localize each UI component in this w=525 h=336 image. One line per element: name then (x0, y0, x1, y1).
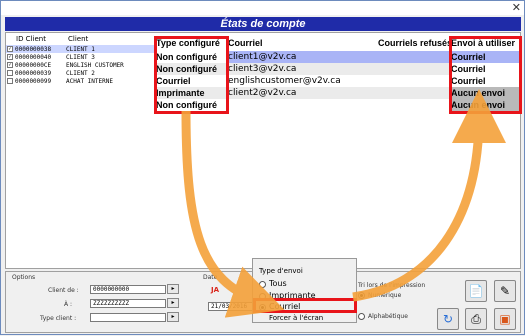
accounts-statement-window: ✕ États de compte ID Client Client ✓ 0000… (0, 0, 525, 335)
report-icon[interactable]: 📄 (465, 280, 487, 302)
date-label: Date (203, 274, 218, 281)
client-row-id: 0000000039 (15, 70, 52, 77)
page-title: États de compte (5, 17, 521, 31)
client-list-header: ID Client Client (6, 33, 154, 45)
sort-alpha-radio[interactable] (358, 313, 365, 320)
send-type-title: Type d'envoi (259, 267, 303, 275)
options-group-label: Options (12, 274, 36, 281)
client-row[interactable]: 0000000039 CLIENT 2 (6, 69, 154, 77)
grid-email-cell[interactable] (226, 99, 449, 111)
sort-title: Tri lors de l'impression (358, 282, 426, 289)
client-row-checkbox[interactable]: ✓ (7, 46, 13, 52)
client-row-name: CLIENT 3 (66, 54, 95, 61)
sort-alpha-label: Alphabétique (368, 313, 408, 320)
email-option-highlight (253, 298, 357, 313)
date-month-hint: JA (211, 286, 220, 294)
client-row-name: CLIENT 2 (66, 70, 95, 77)
client-row-checkbox[interactable]: ✓ (7, 62, 13, 68)
column-header-client-id[interactable]: ID Client (16, 35, 46, 43)
client-row-id: 00000000CE (15, 62, 52, 69)
client-row-name: CLIENT 1 (66, 46, 95, 53)
send-type-popup: Type d'envoi Tous Imprimante Courriel Fo… (252, 258, 357, 323)
title-bar: ✕ (1, 1, 524, 15)
sort-numeric-radio[interactable] (358, 292, 365, 299)
client-row-name: ENGLISH CUSTOMER (66, 62, 124, 69)
grid-email-cell[interactable]: client1@v2v.ca (226, 51, 449, 63)
client-row[interactable]: 0000000099 ACHAT INTERNE (6, 77, 154, 85)
grid-email-cell[interactable]: client2@v2v.ca (226, 87, 449, 99)
exit-icon[interactable]: ▣ (494, 308, 516, 330)
print-icon[interactable]: ⎙ (465, 308, 487, 330)
type-column-highlight (154, 36, 229, 114)
client-to-lookup-button[interactable]: ▸ (167, 298, 179, 308)
client-row[interactable]: ✓ 0000000038 CLIENT 1 (6, 45, 154, 53)
force-screen-label[interactable]: Forcer à l'écran (269, 314, 323, 322)
client-row-checkbox[interactable]: ✓ (7, 54, 13, 60)
send-column-highlight (449, 36, 522, 114)
client-row[interactable]: ✓ 0000000040 CLIENT 3 (6, 53, 154, 61)
client-to-label: À : (64, 301, 73, 308)
client-row-name: ACHAT INTERNE (66, 78, 113, 85)
column-header-client[interactable]: Client (68, 35, 88, 43)
column-header-refused[interactable]: Courriels refusés (376, 38, 452, 50)
client-row-id: 0000000099 (15, 78, 52, 85)
column-header-email[interactable]: Courriel (226, 38, 376, 50)
grid-email-cell[interactable]: client3@v2v.ca (226, 63, 449, 75)
client-type-lookup-button[interactable]: ▸ (167, 312, 179, 322)
client-from-label: Client de : (48, 287, 79, 294)
client-type-label: Type client : (40, 315, 77, 322)
client-list-panel: ID Client Client ✓ 0000000038 CLIENT 1 ✓ 000… (5, 32, 522, 269)
edit-icon[interactable]: ✎ (494, 280, 516, 302)
client-from-field[interactable]: 0000000000 (90, 285, 166, 294)
close-icon[interactable]: ✕ (512, 1, 521, 14)
sort-numeric-label: Numérique (368, 292, 402, 299)
client-row-checkbox[interactable] (7, 78, 13, 84)
client-row-id: 0000000040 (15, 54, 52, 61)
client-to-field[interactable]: ZZZZZZZZZZ (90, 299, 166, 308)
client-row[interactable]: ✓ 00000000CE ENGLISH CUSTOMER (6, 61, 154, 69)
client-row-id: 0000000038 (15, 46, 52, 53)
send-type-all-radio[interactable] (259, 281, 266, 288)
grid-email-cell[interactable]: englishcustomer@v2v.ca (226, 75, 449, 87)
date-field[interactable]: 21/03/2016 (208, 302, 256, 311)
send-type-all-label: Tous (269, 279, 287, 288)
client-row-checkbox[interactable] (7, 70, 13, 76)
refresh-icon[interactable]: ↻ (437, 308, 459, 330)
client-from-lookup-button[interactable]: ▸ (167, 284, 179, 294)
client-type-select[interactable] (90, 313, 166, 322)
